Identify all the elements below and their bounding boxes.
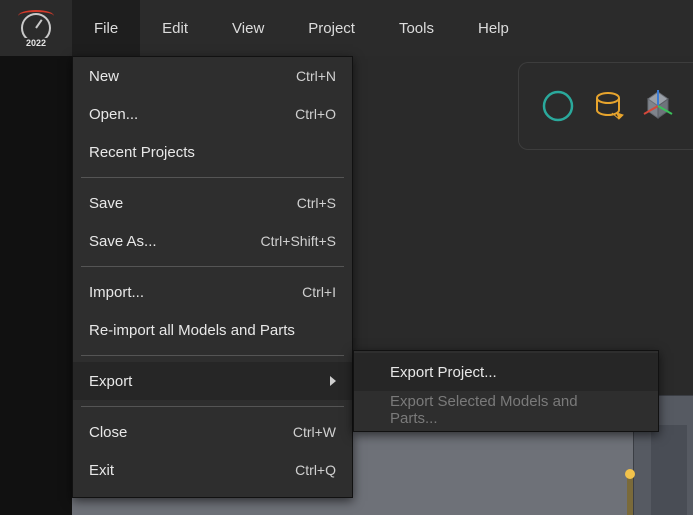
file-menu-open[interactable]: Open... Ctrl+O bbox=[73, 95, 352, 133]
file-menu-recent-projects[interactable]: Recent Projects bbox=[73, 133, 352, 171]
submenu-item-label: Export Project... bbox=[390, 364, 497, 381]
menu-item-shortcut: Ctrl+O bbox=[295, 106, 336, 122]
file-menu-export[interactable]: Export bbox=[73, 362, 352, 400]
menu-item-shortcut: Ctrl+Q bbox=[295, 462, 336, 478]
menu-item-label: Exit bbox=[89, 462, 114, 479]
menu-separator bbox=[81, 177, 344, 178]
export-selected-models: Export Selected Models and Parts... bbox=[354, 391, 658, 429]
circle-tool-icon[interactable] bbox=[538, 86, 578, 126]
menu-help[interactable]: Help bbox=[456, 0, 531, 56]
menu-file[interactable]: File bbox=[72, 0, 140, 56]
file-menu-exit[interactable]: Exit Ctrl+Q bbox=[73, 451, 352, 489]
submenu-item-label: Export Selected Models and Parts... bbox=[390, 393, 622, 427]
menu-item-label: New bbox=[89, 68, 119, 85]
menu-view[interactable]: View bbox=[210, 0, 286, 56]
file-menu-reimport-all[interactable]: Re-import all Models and Parts bbox=[73, 311, 352, 349]
menu-separator bbox=[81, 266, 344, 267]
file-menu-save[interactable]: Save Ctrl+S bbox=[73, 184, 352, 222]
export-submenu: Export Project... Export Selected Models… bbox=[353, 350, 659, 432]
tool-panel bbox=[518, 62, 693, 150]
database-tool-icon[interactable] bbox=[588, 86, 628, 126]
menu-item-shortcut: Ctrl+N bbox=[296, 68, 336, 84]
menu-project[interactable]: Project bbox=[286, 0, 377, 56]
menu-item-label: Re-import all Models and Parts bbox=[89, 322, 295, 339]
axis-gizmo-icon[interactable] bbox=[638, 86, 678, 126]
menubar: 2022 File Edit View Project Tools Help bbox=[0, 0, 693, 56]
menu-item-label: Open... bbox=[89, 106, 138, 123]
menu-separator bbox=[81, 355, 344, 356]
menu-edit[interactable]: Edit bbox=[140, 0, 210, 56]
file-menu-close[interactable]: Close Ctrl+W bbox=[73, 413, 352, 451]
menu-tools[interactable]: Tools bbox=[377, 0, 456, 56]
menu-item-label: Recent Projects bbox=[89, 144, 195, 161]
menu-item-label: Export bbox=[89, 373, 322, 390]
file-menu-save-as[interactable]: Save As... Ctrl+Shift+S bbox=[73, 222, 352, 260]
menu-separator bbox=[81, 406, 344, 407]
left-sidebar bbox=[0, 56, 72, 515]
scene-object bbox=[627, 475, 633, 515]
menu-item-label: Import... bbox=[89, 284, 144, 301]
app-logo: 2022 bbox=[0, 0, 72, 56]
menu-item-shortcut: Ctrl+S bbox=[297, 195, 336, 211]
menu-item-shortcut: Ctrl+W bbox=[293, 424, 336, 440]
export-project[interactable]: Export Project... bbox=[354, 353, 658, 391]
scene-block bbox=[651, 425, 687, 515]
file-menu-import[interactable]: Import... Ctrl+I bbox=[73, 273, 352, 311]
file-menu-new[interactable]: New Ctrl+N bbox=[73, 57, 352, 95]
menu-item-label: Save bbox=[89, 195, 123, 212]
menu-item-label: Save As... bbox=[89, 233, 157, 250]
menu-item-shortcut: Ctrl+Shift+S bbox=[261, 233, 336, 249]
menu-item-label: Close bbox=[89, 424, 127, 441]
app-logo-year: 2022 bbox=[25, 38, 47, 48]
file-menu-dropdown: New Ctrl+N Open... Ctrl+O Recent Project… bbox=[72, 56, 353, 498]
menu-item-shortcut: Ctrl+I bbox=[302, 284, 336, 300]
